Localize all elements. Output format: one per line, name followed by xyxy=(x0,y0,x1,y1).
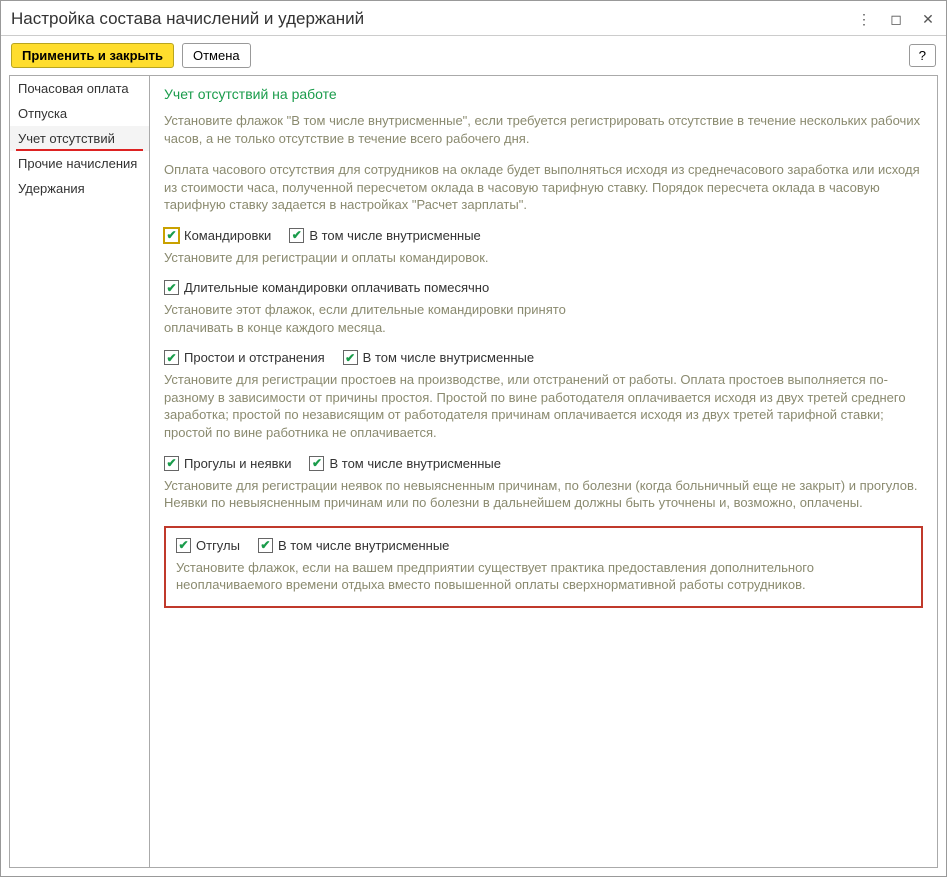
maximize-icon[interactable]: ◻ xyxy=(888,11,904,28)
help-business-trips: Установите для регистрации и оплаты кома… xyxy=(164,249,923,267)
label-comp-leave-intrashift: В том числе внутрисменные xyxy=(278,538,449,553)
toolbar: Применить и закрыть Отмена ? xyxy=(1,36,946,75)
apply-close-button[interactable]: Применить и закрыть xyxy=(11,43,174,68)
section-business-trips: Командировки В том числе внутрисменные У… xyxy=(164,228,923,267)
checkbox-comp-leave[interactable] xyxy=(176,538,191,553)
help-downtime: Установите для регистрации простоев на п… xyxy=(164,371,923,441)
checkbox-comp-leave-intrashift[interactable] xyxy=(258,538,273,553)
label-absence-intrashift: В том числе внутрисменные xyxy=(329,456,500,471)
sidebar-item-other[interactable]: Прочие начисления xyxy=(10,151,149,176)
checkbox-business-trips-intrashift[interactable] xyxy=(289,228,304,243)
sidebar-item-label: Учет отсутствий xyxy=(18,131,115,146)
section-absence: Прогулы и неявки В том числе внутрисменн… xyxy=(164,456,923,512)
window-title: Настройка состава начислений и удержаний xyxy=(11,9,856,29)
label-comp-leave: Отгулы xyxy=(196,538,240,553)
cancel-button[interactable]: Отмена xyxy=(182,43,251,68)
label-absence: Прогулы и неявки xyxy=(184,456,291,471)
content-heading: Учет отсутствий на работе xyxy=(164,86,923,102)
checkbox-absence[interactable] xyxy=(164,456,179,471)
sidebar: Почасовая оплата Отпуска Учет отсутствий… xyxy=(10,76,150,867)
kebab-icon[interactable]: ⋮ xyxy=(856,11,872,28)
main-area: Почасовая оплата Отпуска Учет отсутствий… xyxy=(9,75,938,868)
intro-text-2: Оплата часового отсутствия для сотрудник… xyxy=(164,161,923,214)
window-controls: ⋮ ◻ ✕ xyxy=(856,11,936,28)
titlebar: Настройка состава начислений и удержаний… xyxy=(1,1,946,36)
checkbox-business-trips[interactable] xyxy=(164,228,179,243)
sidebar-item-label: Почасовая оплата xyxy=(18,81,129,96)
close-icon[interactable]: ✕ xyxy=(920,11,936,28)
checkbox-downtime-intrashift[interactable] xyxy=(343,350,358,365)
label-business-trips-intrashift: В том числе внутрисменные xyxy=(309,228,480,243)
sidebar-item-label: Удержания xyxy=(18,181,85,196)
sidebar-item-deductions[interactable]: Удержания xyxy=(10,176,149,201)
highlight-compensatory-leave: Отгулы В том числе внутрисменные Установ… xyxy=(164,526,923,608)
section-downtime: Простои и отстранения В том числе внутри… xyxy=(164,350,923,441)
sidebar-item-label: Прочие начисления xyxy=(18,156,137,171)
help-absence: Установите для регистрации неявок по нев… xyxy=(164,477,923,512)
label-downtime-intrashift: В том числе внутрисменные xyxy=(363,350,534,365)
label-business-trips: Командировки xyxy=(184,228,271,243)
checkbox-long-trips-monthly[interactable] xyxy=(164,280,179,295)
checkbox-downtime[interactable] xyxy=(164,350,179,365)
label-downtime: Простои и отстранения xyxy=(184,350,325,365)
content-panel: Учет отсутствий на работе Установите фла… xyxy=(150,76,937,867)
sidebar-item-hourly[interactable]: Почасовая оплата xyxy=(10,76,149,101)
intro-text-1: Установите флажок "В том числе внутрисме… xyxy=(164,112,923,147)
help-comp-leave: Установите флажок, если на вашем предпри… xyxy=(176,559,911,594)
sidebar-item-vacations[interactable]: Отпуска xyxy=(10,101,149,126)
sidebar-item-label: Отпуска xyxy=(18,106,67,121)
help-long-trips: Установите этот флажок, если длительные … xyxy=(164,301,604,336)
label-long-trips-monthly: Длительные командировки оплачивать помес… xyxy=(184,280,489,295)
checkbox-absence-intrashift[interactable] xyxy=(309,456,324,471)
help-button[interactable]: ? xyxy=(909,44,936,67)
sidebar-item-absences[interactable]: Учет отсутствий xyxy=(10,126,149,151)
section-long-trips: Длительные командировки оплачивать помес… xyxy=(164,280,923,336)
